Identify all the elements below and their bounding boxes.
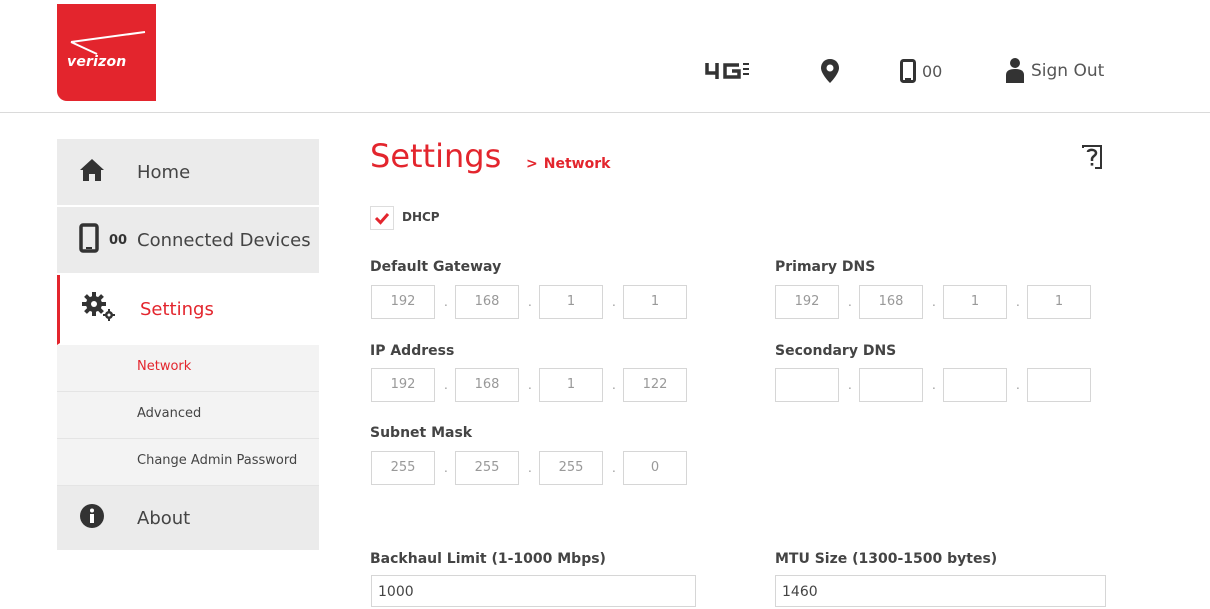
octet-separator: .	[1016, 295, 1020, 309]
device-count: 00	[922, 61, 943, 81]
devices-count-badge: 00	[109, 232, 128, 248]
octet-separator: .	[1016, 378, 1020, 392]
sidebar-nav: Home 00 Connected Devices Settings Netwo…	[57, 139, 319, 550]
ip-octet-4[interactable]: 1	[623, 285, 687, 319]
header-devices[interactable]: 00	[900, 56, 942, 86]
primary-dns-label: Primary DNS	[775, 259, 876, 275]
sidebar-subitem-advanced[interactable]: Advanced	[57, 392, 319, 439]
ip-octet-2[interactable]	[859, 368, 923, 402]
ip-octet-3[interactable]: 1	[943, 285, 1007, 319]
ip-octet-4[interactable]: 1	[1027, 285, 1091, 319]
ip-octet-3[interactable]: 1	[539, 368, 603, 402]
sidebar-item-label: Connected Devices	[137, 229, 311, 251]
info-icon	[79, 503, 105, 533]
octet-separator: .	[528, 295, 532, 309]
ip-address-label: IP Address	[370, 343, 455, 359]
octet-separator: .	[444, 378, 448, 392]
octet-separator: .	[932, 295, 936, 309]
sidebar-item-connected-devices[interactable]: 00 Connected Devices	[57, 207, 319, 275]
ip-octet-2[interactable]: 168	[455, 285, 519, 319]
breadcrumb-current: Network	[543, 156, 611, 172]
ip-octet-2[interactable]: 168	[455, 368, 519, 402]
checkmark-icon	[374, 213, 390, 225]
4g-lte-icon	[705, 56, 755, 86]
octet-separator: .	[528, 461, 532, 475]
gears-icon	[82, 292, 118, 326]
ip-octet-3[interactable]: 1	[539, 285, 603, 319]
help-icon[interactable]	[1082, 145, 1102, 173]
subitem-label: Advanced	[137, 406, 202, 421]
chevron-right-icon: >	[526, 156, 538, 172]
ip-octet-4[interactable]: 0	[623, 451, 687, 485]
sign-out-label: Sign Out	[1031, 61, 1105, 81]
octet-separator: .	[528, 378, 532, 392]
location-pin-icon[interactable]	[820, 56, 840, 86]
ip-octet-3[interactable]	[943, 368, 1007, 402]
octet-separator: .	[848, 378, 852, 392]
sidebar-item-label: Settings	[140, 298, 214, 320]
sign-out-link[interactable]: Sign Out	[1005, 56, 1104, 86]
octet-separator: .	[612, 378, 616, 392]
ip-octet-1[interactable]: 192	[371, 285, 435, 319]
sidebar-subitem-change-admin-password[interactable]: Change Admin Password	[57, 439, 319, 486]
phone-icon	[900, 59, 916, 83]
octet-separator: .	[932, 378, 936, 392]
ip-octet-1[interactable]: 192	[371, 368, 435, 402]
ip-octet-2[interactable]: 168	[859, 285, 923, 319]
subnet-mask-label: Subnet Mask	[370, 425, 473, 441]
subitem-label: Network	[137, 359, 192, 374]
secondary-dns-label: Secondary DNS	[775, 343, 897, 359]
default-gateway-label: Default Gateway	[370, 259, 502, 275]
sidebar-item-settings[interactable]: Settings	[57, 275, 319, 345]
ip-octet-1[interactable]	[775, 368, 839, 402]
ip-octet-3[interactable]: 255	[539, 451, 603, 485]
ip-octet-1[interactable]: 255	[371, 451, 435, 485]
header-divider	[0, 112, 1210, 113]
page-title: Settings	[370, 137, 502, 175]
octet-separator: .	[444, 295, 448, 309]
subitem-label: Change Admin Password	[137, 453, 298, 468]
octet-separator: .	[444, 461, 448, 475]
user-icon	[1006, 58, 1024, 83]
sidebar-subitem-network[interactable]: Network	[57, 345, 319, 392]
breadcrumb: > Network	[526, 156, 610, 172]
dhcp-label: DHCP	[402, 210, 440, 224]
mtu-size-input[interactable]: 1460	[775, 575, 1106, 607]
sidebar-item-label: About	[137, 507, 191, 529]
backhaul-limit-input[interactable]: 1000	[371, 575, 696, 607]
home-icon	[79, 158, 105, 186]
brand-wordmark: verizon	[67, 54, 127, 70]
ip-octet-4[interactable]	[1027, 368, 1091, 402]
sidebar-item-home[interactable]: Home	[57, 139, 319, 207]
octet-separator: .	[612, 295, 616, 309]
ip-octet-2[interactable]: 255	[455, 451, 519, 485]
phone-icon	[79, 223, 99, 257]
dhcp-checkbox[interactable]	[370, 206, 394, 230]
ip-octet-1[interactable]: 192	[775, 285, 839, 319]
verizon-logo: verizon	[57, 4, 156, 101]
mtu-size-label: MTU Size (1300-1500 bytes)	[775, 551, 998, 567]
octet-separator: .	[848, 295, 852, 309]
sidebar-item-about[interactable]: About	[57, 486, 319, 550]
sidebar-item-label: Home	[137, 161, 191, 183]
backhaul-limit-label: Backhaul Limit (1-1000 Mbps)	[370, 551, 606, 567]
ip-octet-4[interactable]: 122	[623, 368, 687, 402]
octet-separator: .	[612, 461, 616, 475]
